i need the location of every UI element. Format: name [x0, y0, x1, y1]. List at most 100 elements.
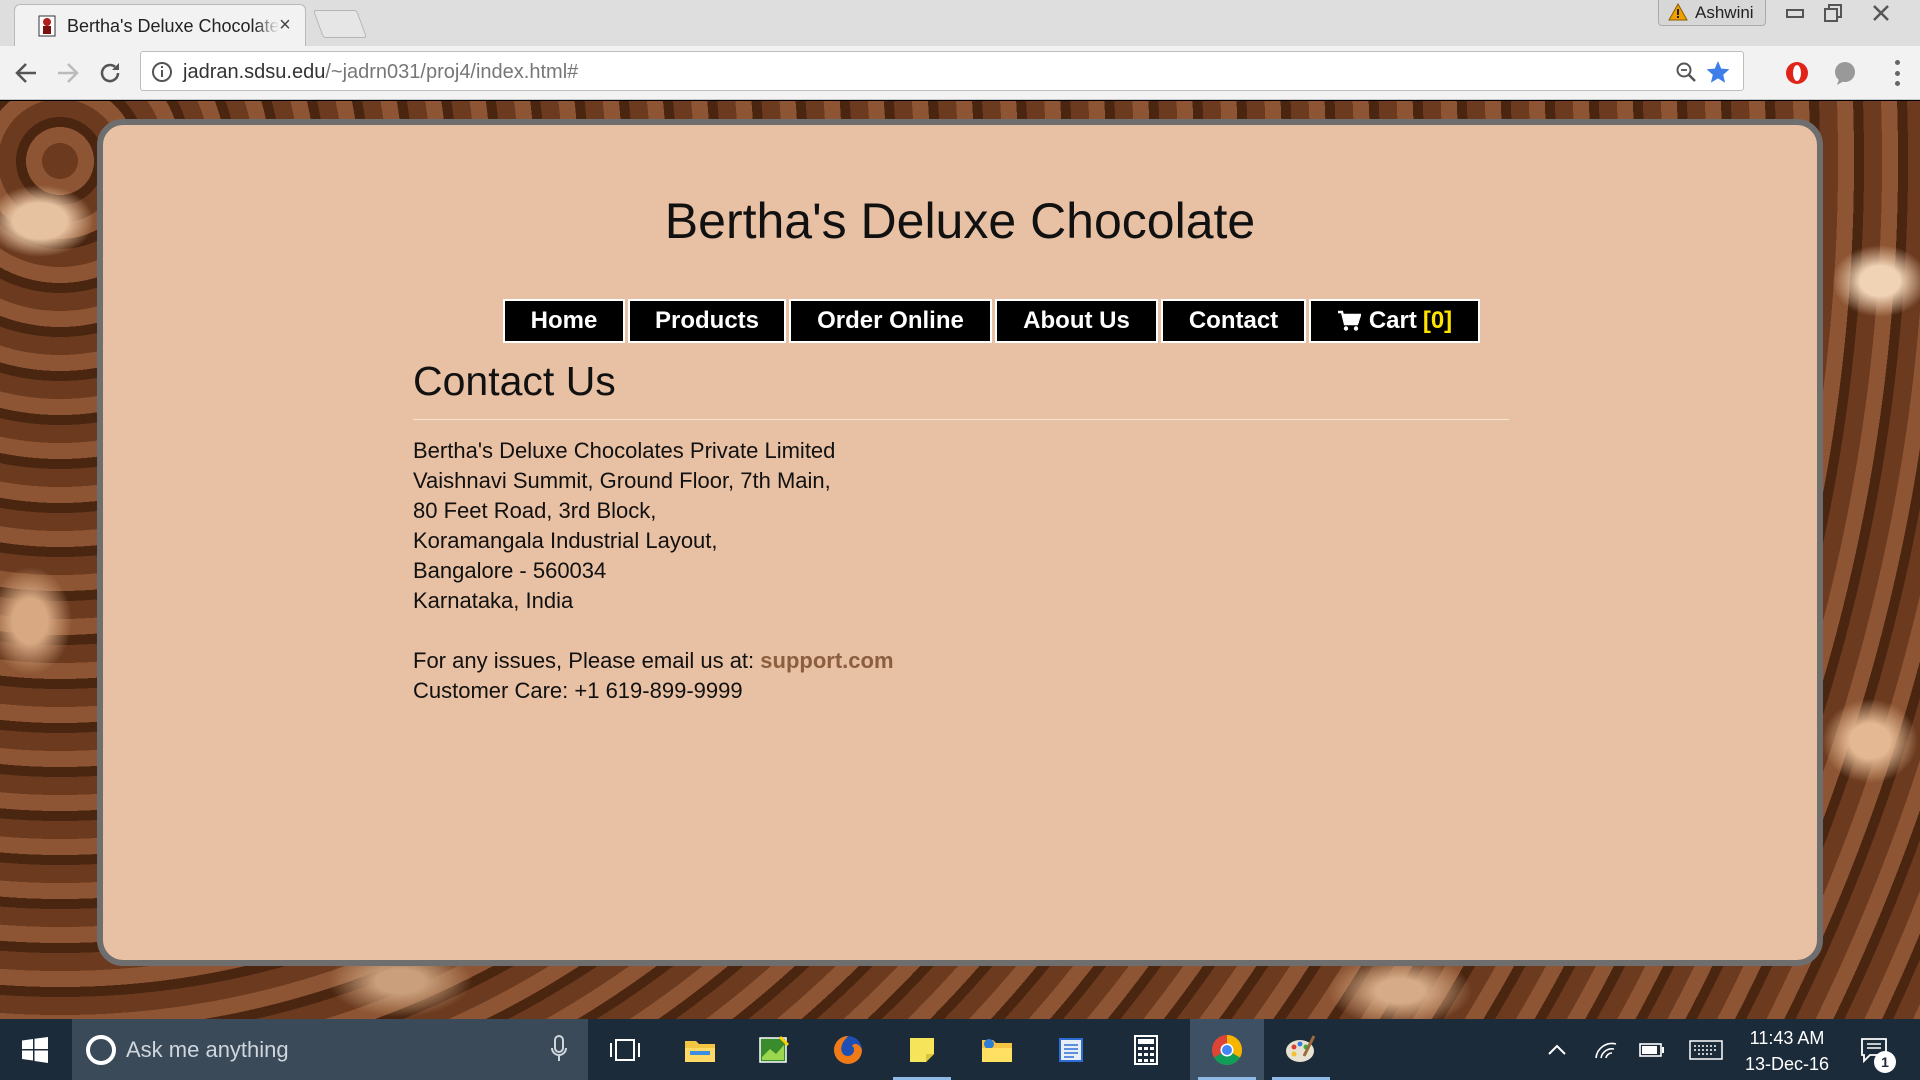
photo-editor-icon	[759, 1035, 790, 1063]
folder-icon	[685, 1040, 715, 1062]
support-email-link[interactable]: support.com	[760, 648, 893, 673]
sticky-notes-button[interactable]	[885, 1019, 959, 1080]
menu-dot	[1894, 60, 1900, 65]
main-navigation: Home Products Order Online About Us Cont…	[503, 299, 1483, 343]
new-tab-button[interactable]	[312, 10, 368, 38]
paint-button[interactable]	[1264, 1019, 1338, 1080]
minimize-icon	[1786, 9, 1804, 18]
keyboard-icon	[1689, 1039, 1723, 1060]
task-view-button[interactable]	[588, 1019, 662, 1080]
calculator-icon	[1134, 1034, 1158, 1065]
firefox-icon	[834, 1035, 862, 1064]
task-view-icon	[610, 1038, 640, 1061]
close-icon	[1873, 5, 1889, 21]
firefox-button[interactable]	[811, 1019, 885, 1080]
address-line: Bangalore - 560034	[413, 558, 607, 583]
notification-count-badge: 1	[1874, 1051, 1896, 1073]
paint-palette-icon	[1286, 1034, 1316, 1062]
start-button[interactable]	[0, 1019, 70, 1080]
windows-logo-icon	[22, 1036, 48, 1063]
nav-order-online[interactable]: Order Online	[789, 299, 992, 343]
site-title: Bertha's Deluxe Chocolate	[664, 193, 1256, 249]
touch-keyboard-button[interactable]	[1684, 1019, 1728, 1080]
cart-label: Cart	[1368, 307, 1417, 334]
page-heading: Contact Us	[413, 358, 1509, 420]
customer-care-phone: Customer Care: +1 619-899-9999	[413, 678, 743, 703]
nav-about-us[interactable]: About Us	[995, 299, 1158, 343]
url-path: /~jadrn031/proj4/index.html#	[325, 61, 579, 83]
site-favicon-icon	[38, 15, 56, 37]
back-button[interactable]	[10, 57, 42, 89]
bookmark-star-icon[interactable]	[1705, 59, 1731, 85]
chrome-button[interactable]	[1190, 1019, 1264, 1080]
nav-cart[interactable]: Cart [0]	[1309, 299, 1480, 343]
document-app-button[interactable]	[1034, 1019, 1108, 1080]
opera-extension-icon[interactable]	[1783, 59, 1811, 87]
chat-extension-icon[interactable]	[1831, 59, 1859, 87]
cortana-icon	[86, 1035, 116, 1065]
address-line: Vaishnavi Summit, Ground Floor, 7th Main…	[413, 468, 831, 493]
browser-tabstrip: Bertha's Deluxe Chocolate × Ashwini	[0, 0, 1920, 46]
browser-tab-active[interactable]: Bertha's Deluxe Chocolate ×	[14, 4, 306, 46]
restore-button[interactable]	[1810, 0, 1856, 26]
arrow-left-icon	[15, 63, 36, 83]
windows-taskbar: Ask me anything 11:43 AM 13-Dec-16 1	[0, 1019, 1920, 1080]
address-line: Koramangala Industrial Layout,	[413, 528, 718, 553]
tab-close-icon[interactable]: ×	[275, 15, 295, 35]
reload-button[interactable]	[94, 57, 126, 89]
profile-button[interactable]: Ashwini	[1658, 0, 1766, 26]
clock-date: 13-Dec-16	[1744, 1054, 1830, 1074]
profile-name: Ashwini	[1695, 3, 1754, 22]
chrome-icon	[1211, 1034, 1243, 1065]
address-line: Bertha's Deluxe Chocolates Private Limit…	[413, 438, 836, 463]
reload-icon	[100, 63, 120, 83]
arrow-right-icon	[58, 63, 79, 83]
search-placeholder: Ask me anything	[126, 1037, 289, 1062]
network-button[interactable]	[1588, 1019, 1624, 1080]
nav-products[interactable]: Products	[628, 299, 786, 343]
menu-dot	[1894, 81, 1900, 86]
sticky-note-icon	[910, 1037, 934, 1062]
cortana-search-box[interactable]: Ask me anything	[72, 1019, 588, 1080]
page-viewport: Bertha's Deluxe Chocolate Home Products …	[0, 101, 1920, 1019]
battery-icon	[1639, 1042, 1664, 1057]
url-host: jadran.sdsu.edu	[183, 61, 326, 83]
restore-icon	[1824, 4, 1842, 22]
warning-icon	[1668, 3, 1688, 21]
show-hidden-icons-button[interactable]	[1540, 1019, 1574, 1080]
url-text[interactable]: jadran.sdsu.edu/~jadrn031/proj4/index.ht…	[183, 61, 578, 84]
microphone-icon[interactable]	[550, 1035, 568, 1063]
calculator-button[interactable]	[1109, 1019, 1183, 1080]
close-window-button[interactable]	[1858, 0, 1904, 26]
folder-network-icon	[982, 1038, 1012, 1062]
address-line: Karnataka, India	[413, 588, 574, 613]
address-line: 80 Feet Road, 3rd Block,	[413, 498, 657, 523]
tab-title: Bertha's Deluxe Chocolate	[67, 16, 279, 37]
folder-app-button[interactable]	[960, 1019, 1034, 1080]
contact-section: Contact Us Bertha's Deluxe Chocolates Pr…	[413, 358, 1509, 706]
zoom-icon[interactable]	[1675, 61, 1697, 83]
system-clock[interactable]: 11:43 AM 13-Dec-16	[1732, 1025, 1842, 1077]
file-explorer-button[interactable]	[663, 1019, 737, 1080]
nav-contact[interactable]: Contact	[1161, 299, 1306, 343]
chevron-up-icon	[1548, 1044, 1566, 1055]
menu-dot	[1894, 70, 1900, 76]
support-email-text: For any issues, Please email us at:	[413, 648, 755, 673]
page-container: Bertha's Deluxe Chocolate Home Products …	[97, 119, 1823, 966]
wifi-icon	[1595, 1042, 1617, 1058]
company-address: Bertha's Deluxe Chocolates Private Limit…	[413, 436, 1509, 616]
browser-menu-button[interactable]	[1892, 60, 1902, 86]
cart-count: [0]	[1422, 307, 1453, 334]
support-info: For any issues, Please email us at: supp…	[413, 646, 1509, 706]
support-email-line: For any issues, Please email us at: supp…	[413, 646, 1509, 676]
battery-button[interactable]	[1634, 1019, 1670, 1080]
document-icon	[1059, 1037, 1083, 1062]
clock-time: 11:43 AM	[1749, 1028, 1825, 1048]
nav-home[interactable]: Home	[503, 299, 625, 343]
photo-app-button[interactable]	[737, 1019, 811, 1080]
forward-button[interactable]	[52, 57, 84, 89]
info-icon[interactable]	[151, 61, 173, 83]
browser-toolbar: jadran.sdsu.edu/~jadrn031/proj4/index.ht…	[0, 46, 1920, 100]
address-bar[interactable]: jadran.sdsu.edu/~jadrn031/proj4/index.ht…	[140, 51, 1744, 91]
shopping-cart-icon	[1337, 310, 1361, 331]
